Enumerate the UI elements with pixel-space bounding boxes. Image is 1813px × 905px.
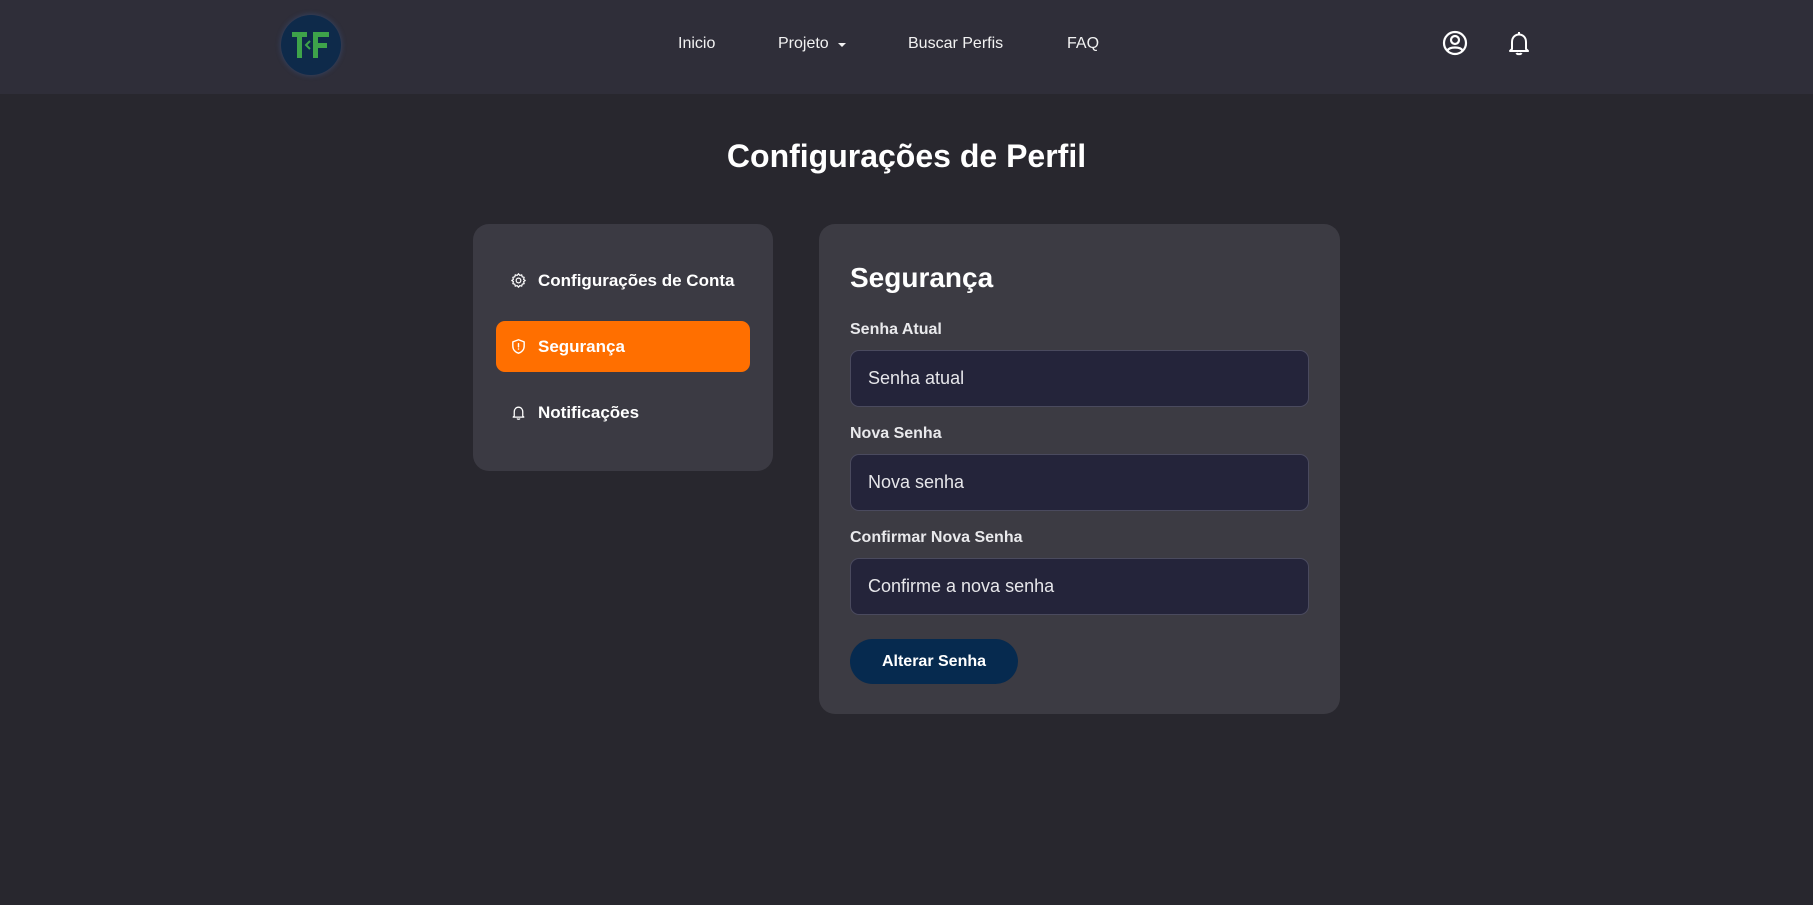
nav-buscar-perfis[interactable]: Buscar Perfis (908, 0, 1003, 88)
confirm-password-label: Confirmar Nova Senha (850, 529, 1023, 546)
nav-projeto-label: Projeto (778, 35, 829, 52)
bell-icon (510, 404, 527, 421)
confirm-password-input[interactable] (850, 558, 1309, 615)
sidebar-item-seguranca[interactable]: Segurança (496, 321, 750, 372)
settings-sidebar: Configurações de Conta Segurança Notific… (473, 224, 773, 471)
current-password-label: Senha Atual (850, 321, 942, 338)
gear-icon (510, 272, 527, 289)
sidebar-item-notificacoes[interactable]: Notificações (496, 387, 750, 438)
nav-faq[interactable]: FAQ (1067, 0, 1099, 88)
sidebar-item-label: Segurança (538, 336, 625, 356)
shield-icon (510, 338, 527, 355)
top-navbar: TF Inicio Projeto Buscar Perfis FAQ (0, 0, 1813, 94)
sidebar-item-label: Notificações (538, 402, 640, 422)
new-password-input[interactable] (850, 454, 1309, 511)
sidebar-item-configuracoes-de-conta[interactable]: Configurações de Conta (496, 255, 750, 306)
page-title: Configurações de Perfil (726, 138, 1087, 174)
change-password-button[interactable]: Alterar Senha (850, 639, 1018, 684)
logo-icon (292, 32, 329, 58)
bell-icon[interactable] (1505, 29, 1533, 57)
user-circle-icon[interactable] (1441, 29, 1469, 57)
nav-inicio[interactable]: Inicio (678, 0, 715, 88)
nav-projeto[interactable]: Projeto (778, 0, 846, 88)
nav-buscar-perfis-label: Buscar Perfis (908, 35, 1004, 52)
current-password-input[interactable] (850, 350, 1309, 407)
nav-faq-label: FAQ (1067, 35, 1100, 52)
section-title: Segurança (850, 262, 994, 293)
logo[interactable]: TF (281, 15, 341, 75)
security-panel: Segurança Senha Atual Nova Senha Confirm… (819, 224, 1340, 714)
caret-down-icon (837, 43, 846, 47)
nav-inicio-label: Inicio (678, 35, 716, 52)
sidebar-item-label: Configurações de Conta (538, 270, 735, 290)
new-password-label: Nova Senha (850, 425, 942, 442)
